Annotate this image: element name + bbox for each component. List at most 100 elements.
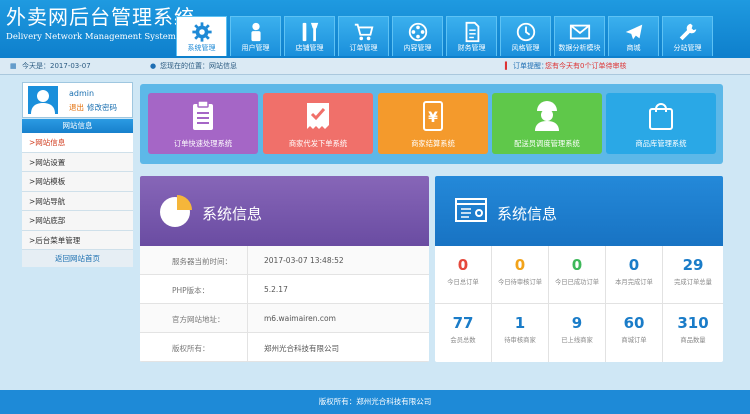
sidebar-item-site-footer[interactable]: >网站底部	[22, 211, 133, 231]
stat-label: 会员总数	[450, 337, 476, 344]
sidebar-item-site-templates[interactable]: >网站模板	[22, 172, 133, 192]
tile-product-library[interactable]: 商品库管理系统	[606, 93, 716, 154]
wrench-icon	[679, 23, 696, 41]
info-row: 服务器当前时间： 2017-03-07 13:48:52	[140, 246, 429, 275]
stat-label: 今日总订单	[447, 279, 479, 286]
stat-mall-orders[interactable]: 60 商城订单	[606, 304, 663, 362]
stat-today-pending[interactable]: 0 今日待审核订单	[492, 246, 549, 304]
info-key: 官方网站地址：	[172, 315, 225, 324]
stat-value: 60	[623, 314, 645, 332]
tile-courier-dispatch[interactable]: 配送员调度管理系统	[492, 93, 602, 154]
quick-access-tiles: 订单快速处理系统 商家代发下单系统 ¥ 商家结算系统 配送员调度管理系统 商品库…	[140, 84, 723, 164]
order-alert-text[interactable]: 您有今天有0个订单待审核	[545, 58, 626, 75]
user-icon	[250, 22, 261, 42]
stat-month-completed[interactable]: 0 本月完成订单	[606, 246, 663, 304]
nav-tab-label: 风格管理	[511, 44, 540, 52]
sidebar-item-site-settings[interactable]: >网站设置	[22, 152, 133, 172]
nav-tab-analytics[interactable]: 数据分析模块	[554, 16, 605, 56]
yen-receipt-icon: ¥	[423, 101, 443, 131]
stat-label: 今日待审核订单	[497, 279, 543, 286]
user-links: 退出 修改密码	[69, 102, 117, 113]
nav-tab-label: 系统管理	[187, 44, 216, 52]
nav-tab-orders[interactable]: 订单管理	[338, 16, 389, 56]
stat-value: 0	[571, 256, 583, 274]
nav-tab-label: 财务管理	[457, 44, 486, 52]
stat-label: 本月完成订单	[615, 279, 653, 286]
tile-label: 商品库管理系统	[635, 139, 687, 148]
tile-label: 商家结算系统	[411, 139, 455, 148]
tools-icon	[302, 22, 318, 42]
footer: 版权所有：郑州光合科技有限公司	[0, 390, 750, 414]
stat-label: 待审核商家	[504, 337, 536, 344]
nav-tab-label: 用户管理	[241, 44, 270, 52]
user-name: admin	[69, 89, 95, 98]
logout-link[interactable]: 退出	[69, 103, 84, 112]
nav-tab-users[interactable]: 用户管理	[230, 16, 281, 56]
document-icon	[465, 21, 479, 43]
nav-tab-stores[interactable]: 店铺管理	[284, 16, 335, 56]
nav-tab-label: 订单管理	[349, 44, 378, 52]
app-title: 外卖网后台管理系统	[6, 5, 195, 29]
stats-header: 系统信息	[435, 176, 723, 246]
stats-grid: 0 今日总订单 0 今日待审核订单 0 今日已成功订单 0 本月完成订单 29 完成订单总…	[435, 246, 723, 362]
tile-merchant-ordering[interactable]: 商家代发下单系统	[263, 93, 373, 154]
gear-icon	[191, 22, 212, 42]
back-to-home-link[interactable]: 返回网站首页	[22, 250, 133, 267]
nav-tab-style[interactable]: 风格管理	[500, 16, 551, 56]
nav-tab-substations[interactable]: 分站管理	[662, 16, 713, 56]
info-bar: ▦ 今天是：2017-03-07 ● 您现在的位置：网站信息 ▍ 订单提醒： 您…	[0, 58, 750, 75]
shopping-bag-icon	[649, 103, 673, 130]
stat-value: 77	[452, 314, 474, 332]
alert-icon: ▍	[505, 62, 511, 70]
stat-today-success[interactable]: 0 今日已成功订单	[549, 246, 606, 304]
nav-tab-content[interactable]: 内容管理	[392, 16, 443, 56]
nav-tab-label: 数据分析模块	[558, 44, 601, 52]
calendar-icon: ▦	[10, 62, 17, 70]
nav-tab-label: 内容管理	[403, 44, 432, 52]
stat-products[interactable]: 310 商品数量	[663, 304, 723, 362]
info-value: 5.2.17	[264, 285, 288, 294]
stat-label: 商品数量	[680, 337, 706, 344]
stat-pending-merchants[interactable]: 1 待审核商家	[492, 304, 549, 362]
clock-icon	[516, 22, 535, 42]
change-password-link[interactable]: 修改密码	[87, 103, 117, 112]
stat-value: 0	[514, 256, 526, 274]
sidebar-item-site-info[interactable]: >网站信息	[22, 133, 133, 153]
info-row: 版权所有： 郑州光合科技有限公司	[140, 333, 429, 362]
user-card: admin 退出 修改密码	[22, 82, 133, 118]
info-key: 服务器当前时间：	[172, 257, 232, 266]
info-value[interactable]: m6.waimairen.com	[264, 314, 336, 323]
tile-label: 配送员调度管理系统	[514, 139, 580, 148]
stat-value: 310	[677, 314, 709, 332]
nav-tab-label: 分站管理	[673, 44, 702, 52]
stat-today-orders[interactable]: 0 今日总订单	[435, 246, 492, 304]
nav-tab-system[interactable]: 系统管理	[176, 16, 227, 56]
stat-total-completed[interactable]: 29 完成订单总量	[663, 246, 723, 304]
info-row: PHP版本： 5.2.17	[140, 275, 429, 304]
nav-tab-mall[interactable]: 商城	[608, 16, 659, 56]
info-key: 版权所有：	[172, 344, 210, 353]
panel-title: 系统信息	[202, 205, 263, 223]
location-icon: ●	[150, 62, 157, 70]
pie-chart-icon	[160, 195, 192, 227]
tile-merchant-settlement[interactable]: ¥ 商家结算系统	[378, 93, 488, 154]
sidebar-item-site-navigation[interactable]: >网站导航	[22, 191, 133, 211]
stat-label: 完成订单总量	[674, 279, 712, 286]
stat-value: 9	[571, 314, 583, 332]
tile-order-processing[interactable]: 订单快速处理系统	[148, 93, 258, 154]
mail-icon	[569, 24, 590, 40]
browser-window-icon	[455, 198, 487, 222]
sidebar: admin 退出 修改密码 网站信息 >网站信息 >网站设置 >网站模板 >网站导…	[22, 82, 133, 267]
sidebar-item-menu-management[interactable]: >后台菜单管理	[22, 230, 133, 250]
svg-text:¥: ¥	[428, 110, 438, 126]
panel-title: 系统信息	[497, 205, 558, 223]
avatar	[28, 86, 58, 114]
courier-icon	[535, 101, 559, 131]
system-info-panel: 系统信息 服务器当前时间： 2017-03-07 13:48:52 PHP版本： 5…	[140, 176, 429, 362]
header: 外卖网后台管理系统 Delivery Network Management Sy…	[0, 0, 750, 58]
stat-online-merchants[interactable]: 9 已上线商家	[549, 304, 606, 362]
nav-tab-finance[interactable]: 财务管理	[446, 16, 497, 56]
stat-label: 商城订单	[621, 337, 647, 344]
info-value: 2017-03-07 13:48:52	[264, 256, 344, 265]
stat-members[interactable]: 77 会员总数	[435, 304, 492, 362]
